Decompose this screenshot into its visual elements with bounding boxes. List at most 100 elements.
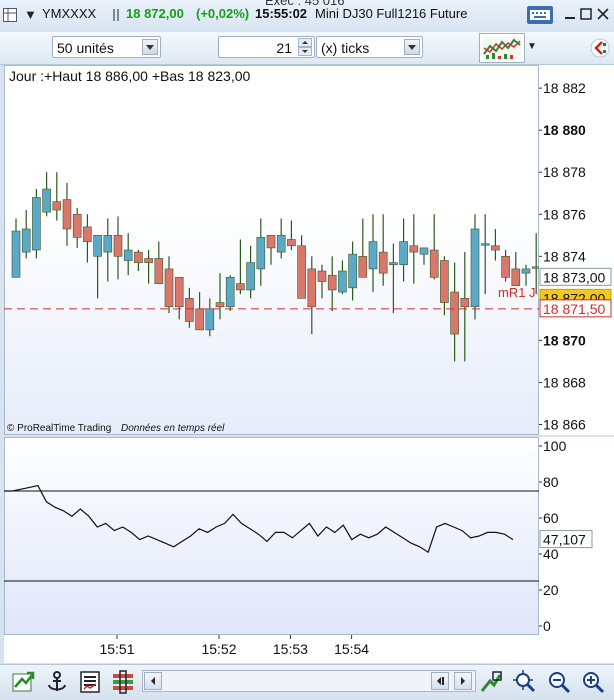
ticks-count-value: 21 xyxy=(276,40,292,56)
candle-body xyxy=(52,201,62,211)
close-price-tag: 18 873,00 xyxy=(543,269,605,285)
candle-body xyxy=(42,188,51,213)
clock-time: 15:55:02 xyxy=(255,6,308,21)
chart-style-button[interactable] xyxy=(479,33,525,63)
candle-body xyxy=(11,230,21,278)
export-icon[interactable] xyxy=(10,669,36,695)
candle-body xyxy=(470,228,480,308)
instrument-info-row: ▼ YMXXXX 18 872,00 (+0,02%) 15:55:02 Min… xyxy=(0,6,614,26)
time-tick-label: 15:51 xyxy=(99,641,134,657)
candle-body xyxy=(185,298,194,322)
candle-body xyxy=(480,243,490,246)
spin-up-icon[interactable] xyxy=(298,38,312,47)
candle-body xyxy=(174,277,184,308)
oscillator-axis[interactable]: 100 80 60 40 20 0 47,107 xyxy=(539,437,614,635)
chart-grid-icon[interactable] xyxy=(3,8,17,25)
candle-body xyxy=(123,249,133,261)
candle-body xyxy=(62,199,72,230)
candle-body xyxy=(103,234,113,253)
osc-tick-label: 0 xyxy=(543,618,551,634)
chart-style-dropdown-icon[interactable]: ▼ xyxy=(527,41,537,52)
indicator-list-icon[interactable] xyxy=(77,669,103,695)
candle-body xyxy=(21,228,31,253)
candle-body xyxy=(409,245,419,253)
bottom-toolbar xyxy=(0,664,614,700)
chart-toolbar: 50 unités 21 (x) ticks ▼ xyxy=(0,32,614,65)
price-tick-label: 18 882 xyxy=(543,80,586,96)
candle-body xyxy=(195,308,204,331)
candle-body xyxy=(266,234,276,249)
spin-down-icon[interactable] xyxy=(298,47,312,56)
zoom-in-icon[interactable] xyxy=(580,669,606,695)
candle-body xyxy=(368,241,378,270)
candle-body xyxy=(287,239,296,247)
price-chart[interactable] xyxy=(4,65,539,435)
price-tick-label: 18 880 xyxy=(543,122,586,138)
time-axis[interactable]: 15:51 15:52 15:53 15:54 xyxy=(4,635,614,663)
candle-body xyxy=(531,266,539,269)
close-icon[interactable] xyxy=(597,8,609,23)
price-tick-label: 18 878 xyxy=(543,164,586,180)
oscillator-chart[interactable] xyxy=(4,437,539,635)
candle-body xyxy=(236,283,245,291)
side-panel-toggle[interactable] xyxy=(588,34,612,62)
candle-body xyxy=(144,258,153,263)
zoom-out-icon[interactable] xyxy=(546,669,572,695)
units-dropdown[interactable]: 50 unités xyxy=(52,36,161,58)
candle-body xyxy=(327,274,337,291)
minimize-icon[interactable] xyxy=(564,8,576,23)
candle-body xyxy=(501,256,510,278)
oscillator-axis-scale: 100 80 60 40 20 0 47,107 xyxy=(539,438,593,634)
chart-style-icon xyxy=(483,37,521,59)
candle-body xyxy=(358,256,368,278)
time-axis-scale: 15:51 15:52 15:53 15:54 xyxy=(99,635,369,657)
symbol-dropdown-arrow-icon[interactable]: ▼ xyxy=(24,7,37,22)
candle-body xyxy=(399,241,408,266)
candle-body xyxy=(450,291,459,335)
price-tick-label: 18 876 xyxy=(543,206,586,222)
candle-body xyxy=(317,270,327,282)
candle-body xyxy=(134,251,143,263)
chevron-down-icon[interactable] xyxy=(142,39,158,55)
price-axis[interactable]: 18 882 18 880 18 878 18 876 18 874 18 870 18 8… xyxy=(539,65,614,435)
candle-body xyxy=(511,268,521,287)
oscillator-panel[interactable] xyxy=(4,437,539,635)
candle-body xyxy=(348,253,357,289)
drawing-tool-icon[interactable] xyxy=(478,669,504,695)
scroll-home-button[interactable] xyxy=(431,672,449,690)
osc-tick-label: 60 xyxy=(543,510,559,526)
window-title-bar: Exéc : 45 016 ▼ YMXXXX 18 872,00 (+0,02%… xyxy=(0,0,614,33)
zoom-fit-icon[interactable] xyxy=(512,669,538,695)
keyboard-icon[interactable] xyxy=(527,6,553,27)
panel-collapse-icon xyxy=(590,38,610,58)
time-tick-label: 15:54 xyxy=(334,641,369,657)
chevron-down-icon[interactable] xyxy=(404,39,420,55)
price-tick-label: 18 874 xyxy=(543,248,586,264)
ticks-unit-dropdown[interactable]: (x) ticks xyxy=(316,36,423,58)
candle-body xyxy=(215,302,225,308)
anchor-icon[interactable] xyxy=(44,669,70,695)
price-change: (+0,02%) xyxy=(196,6,250,21)
symbol-label[interactable]: YMXXXX xyxy=(42,6,96,21)
horizontal-scrollbar[interactable] xyxy=(142,670,476,692)
maximize-icon[interactable] xyxy=(580,8,592,23)
add-indicator-icon[interactable] xyxy=(110,669,136,695)
time-tick-label: 15:52 xyxy=(201,641,236,657)
candle-body xyxy=(419,247,429,255)
scroll-left-button[interactable] xyxy=(144,672,162,690)
osc-tick-label: 80 xyxy=(543,474,559,490)
separator-icon xyxy=(112,9,120,24)
candle-body xyxy=(460,298,470,308)
candle-body xyxy=(491,245,500,251)
ticks-count-spinner[interactable]: 21 xyxy=(218,36,315,58)
osc-tick-label: 100 xyxy=(543,438,567,454)
realtime-data-notice: Données en temps réel xyxy=(121,423,225,434)
price-tick-label: 18 868 xyxy=(543,374,586,390)
candle-body xyxy=(389,262,398,266)
time-tick-label: 15:53 xyxy=(273,641,308,657)
candle-body xyxy=(429,249,439,278)
oscillator-line xyxy=(4,484,514,554)
candle-body xyxy=(164,268,174,308)
price-chart-panel[interactable]: Jour :+Haut 18 886,00 +Bas 18 823,00 mR1… xyxy=(4,65,539,435)
scroll-right-button[interactable] xyxy=(454,672,472,690)
